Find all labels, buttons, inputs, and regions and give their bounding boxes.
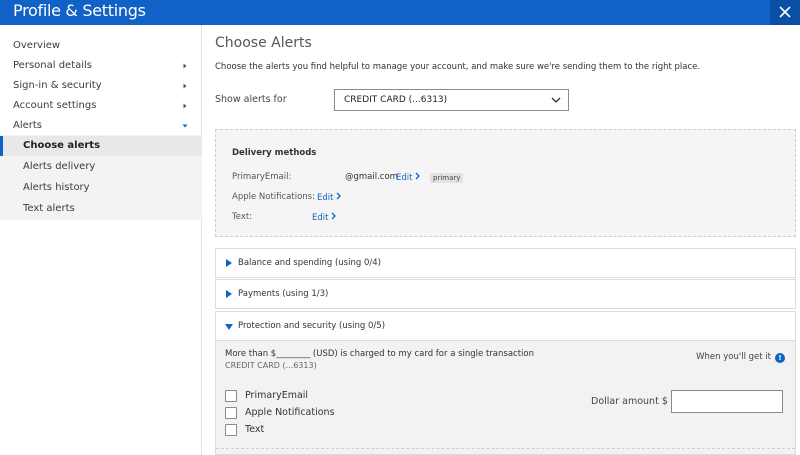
intro-text: Choose the alerts you find helpful to ma… (215, 62, 701, 72)
accordion-label: Payments (using 1/3) (238, 289, 329, 299)
alerts-submenu: Choose alerts Alerts delivery Alerts his… (0, 135, 202, 220)
sidebar-item-alerts[interactable]: Alerts (0, 116, 202, 136)
chevron-down-icon (182, 124, 188, 128)
sidebar-item-label: Account settings (13, 100, 97, 111)
sidebar-item-label: Alerts history (23, 182, 90, 193)
chevron-right-icon (183, 83, 187, 89)
delivery-label-apple: Apple Notifications: (232, 192, 315, 202)
edit-email-link[interactable]: Edit (396, 172, 421, 183)
sidebar-item-personal-details[interactable]: Personal details (0, 56, 202, 76)
accordion-balance-spending[interactable]: Balance and spending (using 0/4) (215, 248, 796, 278)
page-title: Choose Alerts (215, 35, 312, 51)
accordion-payments[interactable]: Payments (using 1/3) (215, 279, 796, 309)
sidebar-item-account-settings[interactable]: Account settings (0, 96, 202, 116)
alert-rule-text: More than $________ (USD) is charged to … (225, 349, 534, 359)
sidebar-item-label: Overview (13, 40, 61, 51)
close-button[interactable] (770, 0, 800, 25)
chevron-right-icon (337, 192, 342, 200)
delivery-label-text: Text: (232, 212, 253, 222)
divider (216, 448, 795, 449)
app-title: Profile & Settings (13, 1, 146, 20)
chevron-right-icon (416, 172, 421, 180)
checkbox[interactable] (225, 407, 237, 419)
edit-apple-link[interactable]: Edit (317, 192, 342, 203)
when-label: When you'll get it (696, 352, 771, 362)
sidebar-item-alerts-delivery[interactable]: Alerts delivery (0, 157, 202, 177)
edit-label: Edit (317, 193, 334, 203)
sidebar-item-label: Text alerts (23, 203, 75, 214)
sidebar-item-label: Personal details (13, 60, 93, 71)
account-select-value: CREDIT CARD (...6313) (344, 95, 448, 105)
close-icon (779, 6, 791, 18)
sidebar-item-overview[interactable]: Overview (0, 36, 202, 56)
checkbox-label: PrimaryEmail (245, 390, 309, 401)
info-icon: ! (775, 353, 785, 363)
edit-label: Edit (312, 213, 329, 223)
chevron-right-icon (183, 63, 187, 69)
checkbox-label: Text (245, 424, 265, 435)
accordion-protection-security[interactable]: Protection and security (using 0/5) (215, 311, 796, 341)
delivery-methods-panel: Delivery methods PrimaryEmail: @gmail.co… (215, 129, 796, 237)
sidebar: Overview Personal details Sign-in & secu… (0, 25, 202, 455)
sidebar-item-label: Alerts (13, 120, 43, 131)
protection-security-panel: More than $________ (USD) is charged to … (215, 341, 796, 455)
delivery-label-email: PrimaryEmail: (232, 172, 292, 182)
dollar-amount-input[interactable] (671, 390, 783, 413)
main-content: Choose Alerts Choose the alerts you find… (203, 25, 800, 455)
triangle-down-icon (225, 324, 233, 330)
sidebar-item-label: Alerts delivery (23, 161, 96, 172)
show-alerts-label: Show alerts for (215, 94, 287, 105)
app-header: Profile & Settings (0, 0, 800, 25)
checkbox[interactable] (225, 390, 237, 402)
sidebar-item-label: Sign-in & security (13, 80, 102, 91)
chevron-down-icon (551, 97, 561, 103)
account-select[interactable]: CREDIT CARD (...6313) (334, 89, 569, 111)
alert-rule-account: CREDIT CARD (...6313) (225, 361, 317, 370)
delivery-methods-title: Delivery methods (232, 148, 317, 158)
email-address: @gmail.com (345, 172, 398, 182)
edit-label: Edit (396, 173, 413, 183)
sidebar-item-sign-in-security[interactable]: Sign-in & security (0, 76, 202, 96)
triangle-right-icon (226, 290, 232, 298)
checkbox-label: Apple Notifications (245, 407, 335, 418)
sidebar-item-label: Choose alerts (23, 140, 101, 151)
sidebar-item-choose-alerts[interactable]: Choose alerts (0, 136, 202, 156)
sidebar-item-text-alerts[interactable]: Text alerts (0, 199, 202, 219)
chevron-right-icon (332, 212, 337, 220)
accordion-label: Balance and spending (using 0/4) (238, 258, 381, 268)
chevron-right-icon (183, 103, 187, 109)
dollar-amount-label: Dollar amount $ (591, 396, 668, 407)
triangle-right-icon (226, 259, 232, 267)
when-youll-get-it[interactable]: When you'll get it! (696, 352, 785, 363)
primary-badge: primary (430, 173, 464, 183)
edit-text-link[interactable]: Edit (312, 212, 337, 223)
sidebar-item-alerts-history[interactable]: Alerts history (0, 178, 202, 198)
accordion-label: Protection and security (using 0/5) (238, 321, 386, 331)
checkbox[interactable] (225, 424, 237, 436)
